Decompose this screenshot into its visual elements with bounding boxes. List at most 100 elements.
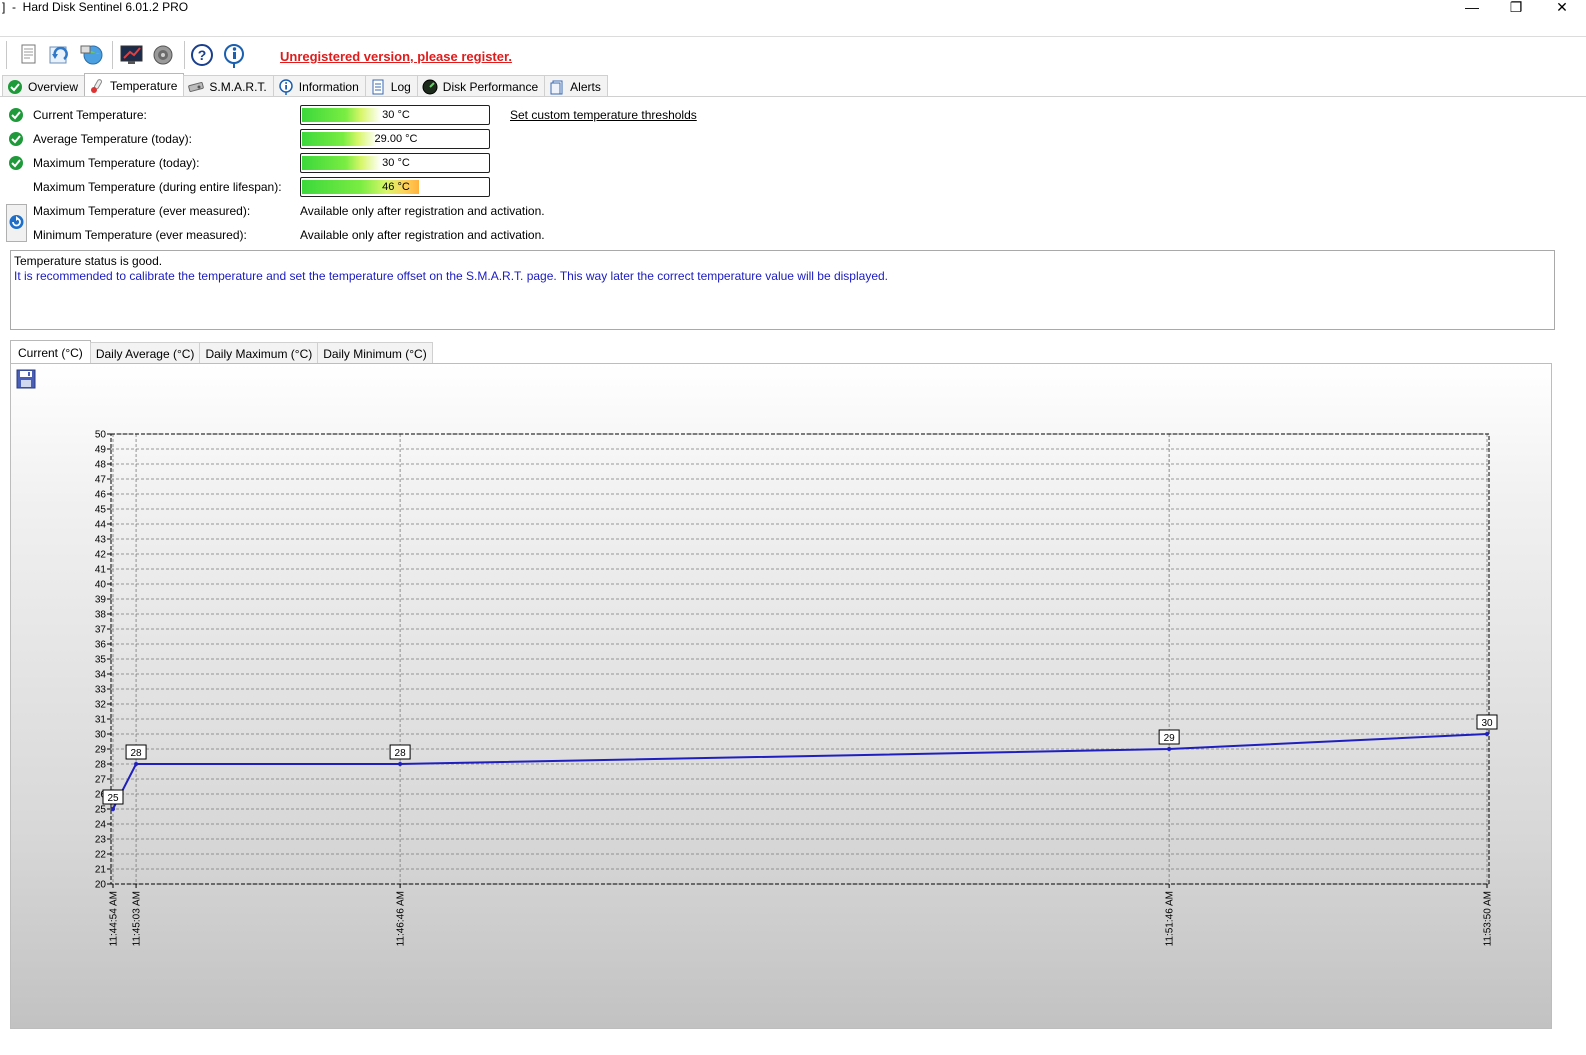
network-icon[interactable] — [78, 41, 106, 69]
check-icon — [8, 131, 24, 147]
y-tick-label: 34 — [95, 670, 107, 681]
y-tick-label: 20 — [95, 880, 107, 891]
max-today-temperature-bar: 30 °C — [300, 153, 490, 173]
disk-icon — [188, 79, 205, 95]
x-tick-label: 11:53:50 AM — [1483, 891, 1494, 946]
data-label: 30 — [1481, 718, 1493, 729]
min-ever-temperature-row: Minimum Temperature (ever measured): Ava… — [8, 225, 1008, 245]
tab-label: Alerts — [570, 79, 601, 94]
current-temperature-value: 30 °C — [382, 109, 410, 121]
y-tick-label: 22 — [95, 850, 107, 861]
data-label: 29 — [1164, 733, 1176, 744]
y-tick-label: 40 — [95, 580, 107, 591]
data-label: 28 — [395, 748, 407, 759]
average-temperature-bar: 29.00 °C — [300, 129, 490, 149]
max-today-temperature-row: Maximum Temperature (today): 30 °C — [8, 153, 1008, 173]
help-icon[interactable]: ? — [189, 41, 217, 69]
y-tick-label: 41 — [95, 565, 107, 576]
data-label: 28 — [131, 748, 143, 759]
average-temperature-value: 29.00 °C — [374, 133, 418, 145]
status-text-box[interactable]: Temperature status is good. It is recomm… — [10, 250, 1555, 330]
chart-tab-daily-average[interactable]: Daily Average (°C) — [89, 342, 201, 364]
y-tick-label: 42 — [95, 550, 107, 561]
tab-label: Overview — [28, 79, 79, 94]
thermometer-icon — [89, 78, 105, 94]
toolbar-separator — [112, 41, 113, 69]
temperature-chart: 2021222324252627282930313233343536373839… — [95, 430, 1498, 946]
toolbar-separator — [184, 41, 185, 69]
refresh-icon[interactable] — [46, 41, 74, 69]
y-tick-label: 28 — [95, 760, 107, 771]
toolbar: ? Unregistered version, please register. — [0, 36, 1586, 74]
tab-label: Log — [390, 79, 411, 94]
document-icon — [370, 79, 386, 95]
temperature-series-line — [112, 733, 1488, 810]
window-title: ] - Hard Disk Sentinel 6.01.2 PRO — [2, 0, 189, 14]
tab-smart[interactable]: S.M.A.R.T. — [183, 75, 274, 97]
y-tick-label: 37 — [95, 625, 107, 636]
check-icon — [8, 155, 24, 171]
chart-tab-daily-minimum[interactable]: Daily Minimum (°C) — [317, 342, 433, 364]
close-button[interactable]: ✕ — [1540, 0, 1584, 22]
tab-label: Disk Performance — [442, 79, 539, 94]
tab-alerts[interactable]: Alerts — [544, 75, 608, 97]
y-tick-label: 25 — [95, 805, 107, 816]
y-tick-label: 32 — [95, 700, 107, 711]
y-tick-label: 48 — [95, 460, 107, 471]
max-lifespan-temperature-label: Maximum Temperature (during entire lifes… — [33, 180, 282, 194]
toolbar-separator — [6, 41, 7, 69]
y-tick-label: 50 — [95, 430, 107, 441]
y-tick-label: 29 — [95, 745, 107, 756]
main-tabs: Overview Temperature S.M.A.R.T. Informat… — [2, 73, 608, 97]
tab-label: Information — [298, 79, 359, 94]
speaker-icon[interactable] — [150, 41, 178, 69]
y-tick-label: 38 — [95, 610, 107, 621]
tab-temperature[interactable]: Temperature — [84, 73, 185, 97]
y-tick-label: 30 — [95, 730, 107, 741]
max-lifespan-temperature-row: Maximum Temperature (during entire lifes… — [8, 177, 1008, 197]
chart-tab-daily-maximum[interactable]: Daily Maximum (°C) — [199, 342, 319, 364]
tab-information[interactable]: Information — [272, 75, 366, 97]
y-tick-label: 49 — [95, 445, 107, 456]
tab-disk-performance[interactable]: Disk Performance — [416, 75, 546, 97]
tab-log[interactable]: Log — [364, 75, 418, 97]
y-tick-label: 27 — [95, 775, 107, 786]
data-point — [398, 762, 403, 766]
average-temperature-label: Average Temperature (today): — [33, 132, 192, 146]
monitor-icon[interactable] — [118, 41, 146, 69]
gauge-icon — [422, 79, 438, 95]
tab-label: S.M.A.R.T. — [209, 79, 267, 94]
maximize-button[interactable]: ❐ — [1494, 0, 1538, 22]
tab-label: Temperature — [110, 78, 178, 93]
status-message: Temperature status is good. — [14, 254, 163, 268]
custom-thresholds-link[interactable]: Set custom temperature thresholds — [510, 108, 697, 122]
max-lifespan-temperature-bar: 46 °C — [300, 177, 490, 197]
y-tick-label: 39 — [95, 595, 107, 606]
y-tick-label: 36 — [95, 640, 107, 651]
max-ever-temperature-value: Available only after registration and ac… — [300, 204, 545, 218]
register-link[interactable]: Unregistered version, please register. — [280, 49, 512, 64]
y-tick-label: 31 — [95, 715, 107, 726]
data-point — [134, 762, 139, 766]
save-icon[interactable] — [16, 369, 36, 389]
status-recommendation: It is recommended to calibrate the tempe… — [14, 269, 889, 283]
x-tick-label: 11:44:54 AM — [109, 891, 120, 946]
y-tick-label: 35 — [95, 655, 107, 666]
y-tick-label: 24 — [95, 820, 107, 831]
check-icon — [7, 79, 23, 95]
svg-text:?: ? — [198, 47, 207, 63]
x-tick-label: 11:45:03 AM — [132, 891, 143, 946]
report-icon[interactable] — [14, 41, 42, 69]
info-icon — [278, 78, 294, 95]
max-today-temperature-label: Maximum Temperature (today): — [33, 156, 200, 170]
info-icon[interactable] — [221, 41, 249, 69]
y-tick-label: 23 — [95, 835, 107, 846]
y-tick-label: 21 — [95, 865, 107, 876]
x-tick-label: 11:51:46 AM — [1165, 891, 1176, 946]
chart-tab-current[interactable]: Current (°C) — [10, 340, 91, 364]
y-tick-label: 43 — [95, 535, 107, 546]
minimize-button[interactable]: — — [1450, 0, 1494, 22]
y-tick-label: 45 — [95, 505, 107, 516]
tab-overview[interactable]: Overview — [2, 75, 86, 97]
max-ever-temperature-label: Maximum Temperature (ever measured): — [33, 204, 251, 218]
